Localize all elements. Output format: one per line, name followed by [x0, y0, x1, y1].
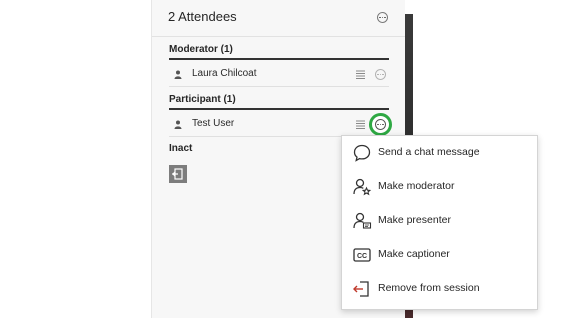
- person-icon: [174, 70, 182, 79]
- list-lines-icon: [356, 120, 365, 129]
- menu-item-send-chat[interactable]: Send a chat message: [342, 136, 537, 170]
- inactive-section-title: Inact: [169, 143, 193, 154]
- panel-options-button[interactable]: [377, 12, 388, 23]
- attendee-row[interactable]: Test User: [169, 116, 389, 134]
- attendees-header: 2 Attendees: [152, 0, 405, 37]
- menu-item-label: Remove from session: [378, 282, 480, 294]
- exit-door-icon: [353, 281, 369, 297]
- more-horizontal-circle-icon: [379, 16, 386, 19]
- attendee-options-button[interactable]: [375, 69, 386, 80]
- participant-section-title: Participant (1): [169, 94, 236, 105]
- attendee-name: Test User: [192, 118, 235, 129]
- inactive-exit-icon: [169, 165, 187, 183]
- attendees-count-title: 2 Attendees: [168, 9, 237, 24]
- row-divider: [169, 86, 389, 87]
- menu-item-label: Make moderator: [378, 180, 455, 192]
- menu-item-make-moderator[interactable]: Make moderator: [342, 170, 537, 204]
- menu-item-remove-from-session[interactable]: Remove from session: [342, 272, 537, 306]
- person-icon: [174, 120, 182, 129]
- background-left: [0, 0, 151, 318]
- more-horizontal-circle-icon: [377, 73, 384, 76]
- participant-options-button-highlighted[interactable]: [369, 113, 392, 136]
- menu-item-label: Make presenter: [378, 214, 451, 226]
- attendees-panel: 2 Attendees Moderator (1) Laura Chilcoat…: [151, 0, 538, 318]
- participant-section-rule: [169, 108, 389, 110]
- attendee-name: Laura Chilcoat: [192, 68, 257, 79]
- attendee-context-menu: Send a chat message Make moderator Make …: [341, 135, 538, 310]
- user-star-icon: [353, 178, 372, 196]
- chat-bubble-icon: [353, 144, 371, 162]
- moderator-section-title: Moderator (1): [169, 44, 233, 55]
- menu-item-label: Make captioner: [378, 248, 450, 260]
- menu-item-label: Send a chat message: [378, 146, 480, 158]
- cc-icon: CC: [353, 248, 371, 262]
- svg-text:CC: CC: [357, 253, 367, 260]
- menu-item-make-captioner[interactable]: CC Make captioner: [342, 238, 537, 272]
- list-lines-icon: [356, 70, 365, 79]
- more-horizontal-circle-icon: [377, 123, 384, 126]
- user-presenter-icon: [353, 212, 372, 229]
- attendee-row[interactable]: Laura Chilcoat: [169, 66, 389, 84]
- moderator-section-rule: [169, 58, 389, 60]
- menu-item-make-presenter[interactable]: Make presenter: [342, 204, 537, 238]
